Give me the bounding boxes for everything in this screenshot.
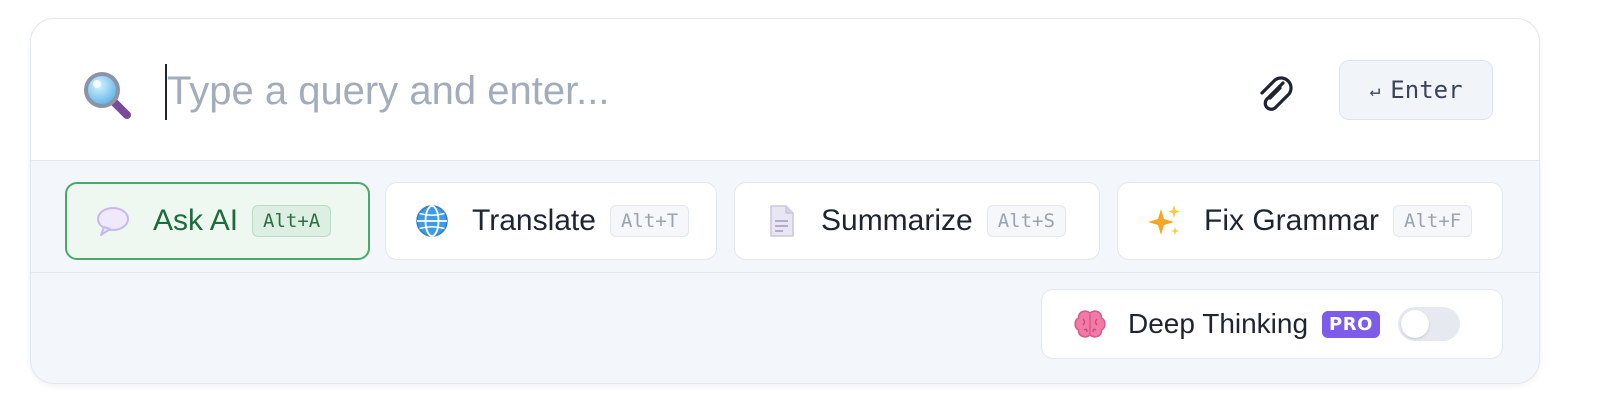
action-label: Fix Grammar [1204, 204, 1379, 237]
action-fix-grammar[interactable]: Fix Grammar Alt+F [1117, 182, 1503, 260]
deep-thinking-toggle[interactable] [1397, 307, 1460, 341]
action-label: Ask AI [153, 204, 239, 237]
enter-button[interactable]: ↵ Enter [1339, 60, 1493, 120]
deep-thinking-label: Deep Thinking [1128, 308, 1309, 339]
search-input[interactable] [167, 61, 1217, 121]
magnifier-icon [84, 72, 131, 119]
deep-thinking-option: Deep Thinking PRO [1041, 289, 1503, 359]
paperclip-icon[interactable] [1253, 71, 1297, 115]
action-summarize[interactable]: Summarize Alt+S [734, 182, 1100, 260]
action-ask-ai[interactable]: Ask AI Alt+A [65, 182, 370, 260]
shortcut-hint: Alt+A [252, 205, 332, 237]
globe-icon [416, 205, 448, 237]
shortcut-hint: Alt+T [609, 205, 690, 237]
shortcut-hint: Alt+F [1393, 205, 1473, 237]
document-icon [770, 205, 794, 237]
enter-button-label: Enter [1390, 76, 1463, 104]
search-bar: ↵ Enter [31, 19, 1539, 161]
action-label: Translate [472, 204, 596, 237]
action-translate[interactable]: Translate Alt+T [385, 182, 717, 260]
shortcut-hint: Alt+S [986, 205, 1066, 237]
toggle-knob [1400, 310, 1429, 338]
quick-actions: Ask AI Alt+A Translate Alt+T Summarize A… [31, 160, 1539, 273]
speech-bubble-icon [97, 207, 129, 236]
pro-badge: PRO [1322, 310, 1380, 338]
return-icon: ↵ [1369, 79, 1381, 101]
brain-icon [1074, 310, 1106, 338]
action-label: Summarize [821, 204, 973, 237]
sparkles-icon [1148, 205, 1180, 235]
options-row: Deep Thinking PRO [31, 273, 1539, 383]
command-palette: ↵ Enter Ask AI Alt+A Translate Alt+T [30, 18, 1540, 384]
